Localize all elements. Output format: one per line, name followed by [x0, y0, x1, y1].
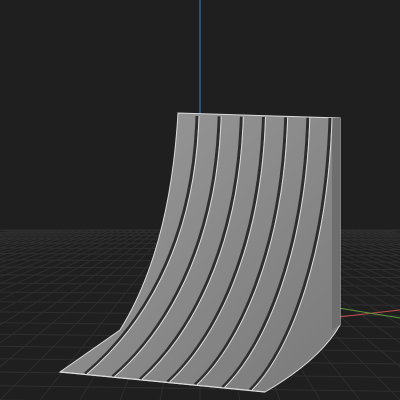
- 3d-viewport[interactable]: [0, 0, 400, 400]
- ramp-back-panel: [332, 118, 340, 330]
